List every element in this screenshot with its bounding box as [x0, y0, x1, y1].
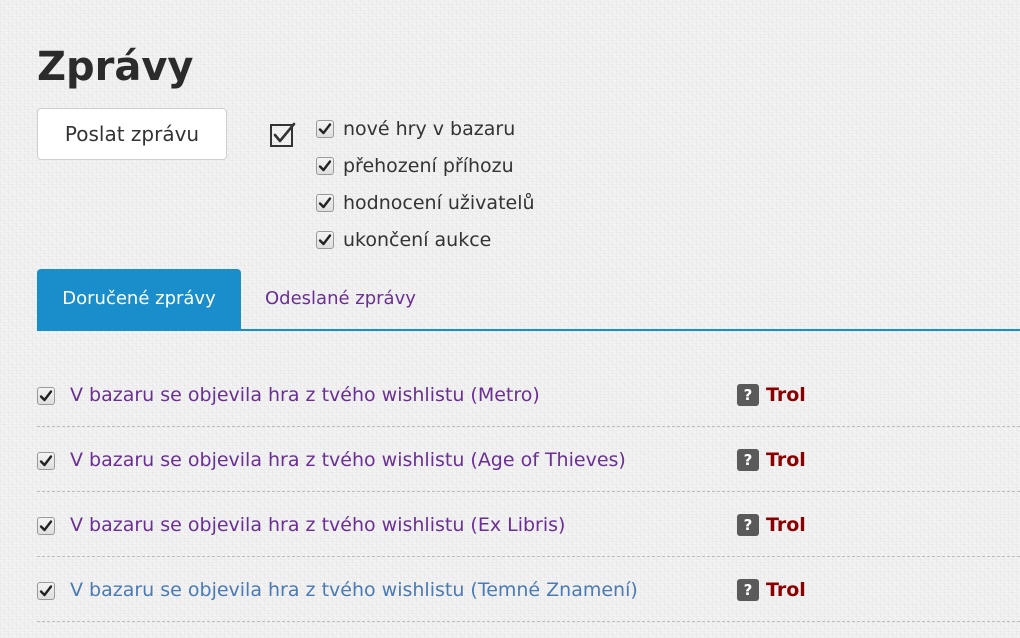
- message-row: V bazaru se objevila hra z tvého wishlis…: [37, 492, 1020, 557]
- message-subject-link[interactable]: V bazaru se objevila hra z tvého wishlis…: [70, 382, 540, 408]
- message-sender[interactable]: Trol: [766, 447, 806, 473]
- filter-checkbox[interactable]: [316, 119, 334, 138]
- message-subject-link[interactable]: V bazaru se objevila hra z tvého wishlis…: [70, 577, 638, 603]
- filter-checkbox[interactable]: [316, 230, 334, 249]
- checkmark-icon: [39, 585, 53, 597]
- filter-auction-end[interactable]: ukončení aukce: [316, 221, 535, 258]
- checkmark-icon: [318, 233, 332, 245]
- message-checkbox[interactable]: [37, 582, 55, 600]
- filter-outbid[interactable]: přehození příhozu: [316, 147, 535, 184]
- filter-new-games[interactable]: nové hry v bazaru: [316, 110, 535, 147]
- filter-checkbox[interactable]: [316, 156, 334, 175]
- message-row: V bazaru se objevila hra z tvého wishlis…: [37, 557, 1020, 622]
- filter-user-ratings[interactable]: hodnocení uživatelů: [316, 184, 535, 221]
- select-all-checkbox-icon[interactable]: [269, 120, 297, 148]
- help-icon[interactable]: ?: [737, 384, 759, 406]
- message-subject-link[interactable]: V bazaru se objevila hra z tvého wishlis…: [70, 447, 626, 473]
- filter-label: nové hry v bazaru: [343, 117, 516, 140]
- message-sender[interactable]: Trol: [766, 577, 806, 603]
- page-title: Zprávy: [37, 44, 194, 90]
- help-icon[interactable]: ?: [737, 579, 759, 601]
- checkmark-icon: [39, 455, 53, 467]
- message-subject-link[interactable]: V bazaru se objevila hra z tvého wishlis…: [70, 512, 565, 538]
- message-row: V bazaru se objevila hra z tvého wishlis…: [37, 427, 1020, 492]
- checkmark-icon: [318, 196, 332, 208]
- notification-filter-list: nové hry v bazaru přehození příhozu hodn…: [316, 110, 535, 258]
- checkmark-icon: [39, 520, 53, 532]
- checkmark-icon: [318, 122, 332, 134]
- checkmark-icon: [39, 390, 53, 402]
- message-tabs: Doručené zprávy Odeslané zprávy: [37, 269, 1020, 331]
- message-checkbox[interactable]: [37, 387, 55, 405]
- message-checkbox[interactable]: [37, 452, 55, 470]
- message-row: V bazaru se objevila hra z tvého wishlis…: [37, 362, 1020, 427]
- checkmark-icon: [318, 159, 332, 171]
- tab-inbox[interactable]: Doručené zprávy: [37, 269, 241, 329]
- send-message-button[interactable]: Poslat zprávu: [37, 108, 227, 160]
- filter-checkbox[interactable]: [316, 193, 334, 212]
- tab-sent[interactable]: Odeslané zprávy: [265, 269, 416, 329]
- filter-label: ukončení aukce: [343, 228, 492, 251]
- filter-label: hodnocení uživatelů: [343, 191, 535, 214]
- help-icon[interactable]: ?: [737, 514, 759, 536]
- message-sender[interactable]: Trol: [766, 382, 806, 408]
- message-checkbox[interactable]: [37, 517, 55, 535]
- filter-label: přehození příhozu: [343, 154, 514, 177]
- message-sender[interactable]: Trol: [766, 512, 806, 538]
- help-icon[interactable]: ?: [737, 449, 759, 471]
- message-list: V bazaru se objevila hra z tvého wishlis…: [37, 362, 1020, 622]
